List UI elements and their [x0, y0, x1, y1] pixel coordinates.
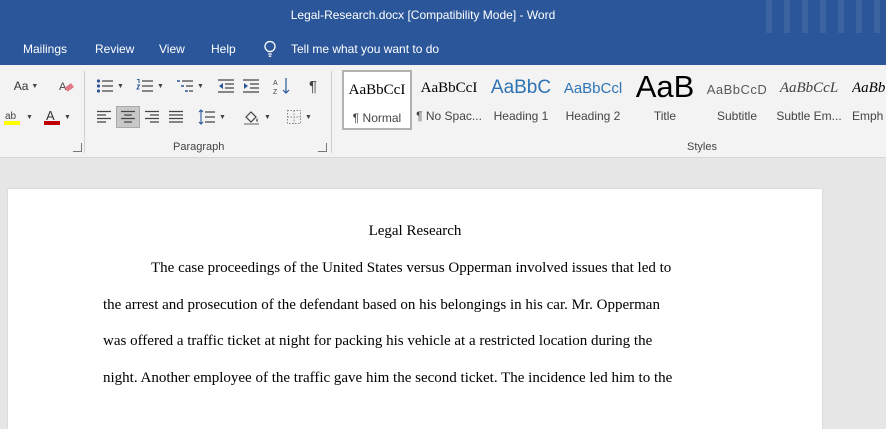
- pilcrow-icon: ¶: [308, 77, 318, 95]
- paragraph-dialog-launcher-icon[interactable]: [318, 143, 327, 152]
- tab-review[interactable]: Review: [95, 42, 134, 56]
- document-canvas[interactable]: Legal Research The case proceedings of t…: [0, 158, 886, 429]
- decrease-indent-icon: [218, 79, 234, 93]
- shading-button[interactable]: ▼: [240, 106, 274, 128]
- align-left-button[interactable]: [93, 106, 115, 128]
- style-emphasis[interactable]: AaBb Emph: [846, 70, 886, 130]
- change-case-button[interactable]: Aa ▼: [10, 75, 42, 97]
- font-dialog-launcher-icon[interactable]: [73, 143, 82, 152]
- line-spacing-button[interactable]: ▼: [195, 106, 229, 128]
- chevron-down-icon: ▼: [197, 82, 204, 90]
- justify-button[interactable]: [165, 106, 187, 128]
- paragraph-group-label: Paragraph: [173, 141, 225, 153]
- lightbulb-icon[interactable]: [263, 40, 277, 58]
- svg-text:Z: Z: [273, 89, 278, 95]
- borders-button[interactable]: ▼: [282, 106, 316, 128]
- svg-text:ab: ab: [5, 111, 17, 122]
- line-spacing-icon: [198, 109, 216, 125]
- ribbon: Aa ▼ A ab ▼ A ▼ ▼ ▼ ▼ A Z ¶ ▼ ▼ ▼ Paragr…: [0, 65, 886, 158]
- style-name: ¶ Normal: [352, 111, 402, 125]
- bullets-icon: [96, 79, 114, 93]
- align-left-icon: [97, 110, 111, 123]
- style-name: Heading 2: [565, 109, 621, 123]
- style-sample: AaBbCcl: [563, 80, 623, 97]
- ribbon-tabs: Mailings Review View Help Tell me what y…: [0, 33, 886, 65]
- chevron-down-icon: ▼: [31, 82, 39, 90]
- paragraph-line: The case proceedings of the United State…: [151, 260, 672, 276]
- window-title: Legal-Research.docx [Compatibility Mode]…: [290, 8, 556, 22]
- chevron-down-icon: ▼: [157, 82, 164, 90]
- tab-mailings[interactable]: Mailings: [23, 42, 67, 56]
- font-color-button[interactable]: A ▼: [40, 106, 74, 128]
- style-sample: AaBbCcD: [706, 82, 768, 97]
- tab-view[interactable]: View: [159, 42, 185, 56]
- styles-group-label: Styles: [687, 141, 717, 153]
- multilevel-list-button[interactable]: ▼: [172, 75, 208, 97]
- style-subtitle[interactable]: AaBbCcD Subtitle: [702, 70, 772, 130]
- style-name: Subtle Em...: [776, 109, 842, 123]
- bullets-button[interactable]: ▼: [92, 75, 128, 97]
- font-color-icon: A: [44, 108, 61, 125]
- style-name: Title: [653, 109, 677, 123]
- multilevel-list-icon: [177, 80, 194, 92]
- styles-gallery: AaBbCcI ¶ Normal AaBbCcI ¶ No Spac... Aa…: [340, 69, 886, 130]
- titlebar-pattern: [756, 0, 886, 33]
- svg-text:A: A: [46, 108, 55, 123]
- highlight-color-button[interactable]: ab ▼: [2, 106, 34, 128]
- sort-icon: A Z: [273, 78, 290, 95]
- numbering-button[interactable]: ▼: [132, 75, 168, 97]
- align-right-button[interactable]: [141, 106, 163, 128]
- style-sample: AaBb: [852, 80, 886, 96]
- show-formatting-marks-button[interactable]: ¶: [302, 75, 324, 97]
- tell-me-search[interactable]: Tell me what you want to do: [291, 42, 439, 56]
- document-title: Legal Research: [368, 223, 462, 239]
- numbering-icon: [136, 79, 154, 92]
- align-right-icon: [145, 110, 159, 123]
- style-name: Heading 1: [493, 109, 549, 123]
- decrease-indent-button[interactable]: [215, 75, 237, 97]
- highlighter-icon: ab: [4, 111, 21, 125]
- change-case-label: Aa: [13, 79, 29, 93]
- style-name: Emph: [852, 109, 884, 123]
- increase-indent-button[interactable]: [240, 75, 262, 97]
- chevron-down-icon: ▼: [26, 113, 33, 121]
- tab-help[interactable]: Help: [211, 42, 236, 56]
- title-bar: Legal-Research.docx [Compatibility Mode]…: [0, 0, 886, 33]
- style-subtle-emphasis[interactable]: AaBbCcL Subtle Em...: [774, 70, 844, 130]
- style-normal[interactable]: AaBbCcI ¶ Normal: [342, 70, 412, 130]
- style-title[interactable]: AaB Title: [630, 69, 700, 130]
- group-divider: [84, 71, 85, 153]
- borders-icon: [287, 110, 302, 124]
- style-no-spacing[interactable]: AaBbCcI ¶ No Spac...: [414, 70, 484, 130]
- paragraph-line: the arrest and prosecution of the defend…: [103, 297, 660, 313]
- sort-button[interactable]: A Z: [271, 75, 293, 97]
- chevron-down-icon: ▼: [264, 113, 271, 121]
- style-sample: AaB: [635, 69, 695, 104]
- svg-text:A: A: [273, 80, 278, 87]
- chevron-down-icon: ▼: [219, 113, 226, 121]
- paragraph-line: was offered a traffic ticket at night fo…: [103, 333, 653, 349]
- chevron-down-icon: ▼: [64, 113, 71, 121]
- justify-icon: [169, 110, 183, 123]
- style-sample: AaBbCcL: [779, 80, 839, 96]
- style-sample: AaBbCcI: [348, 82, 406, 98]
- paragraph-line: night. Another employee of the traffic g…: [103, 370, 673, 386]
- clear-formatting-icon: A: [59, 81, 74, 93]
- chevron-down-icon: ▼: [305, 113, 312, 121]
- style-heading-1[interactable]: AaBbC Heading 1: [486, 70, 556, 130]
- style-name: Subtitle: [716, 109, 758, 123]
- align-center-icon: [121, 110, 135, 123]
- group-divider: [331, 71, 332, 153]
- clear-formatting-button[interactable]: A: [55, 75, 77, 97]
- increase-indent-icon: [243, 79, 259, 93]
- paint-bucket-icon: [244, 111, 260, 125]
- chevron-down-icon: ▼: [117, 82, 124, 90]
- style-sample: AaBbCcI: [420, 80, 478, 96]
- style-name: ¶ No Spac...: [416, 109, 482, 123]
- style-heading-2[interactable]: AaBbCcl Heading 2: [558, 70, 628, 130]
- document-page[interactable]: Legal Research The case proceedings of t…: [8, 189, 822, 429]
- center-align-button[interactable]: [116, 106, 140, 128]
- style-sample: AaBbC: [490, 77, 552, 98]
